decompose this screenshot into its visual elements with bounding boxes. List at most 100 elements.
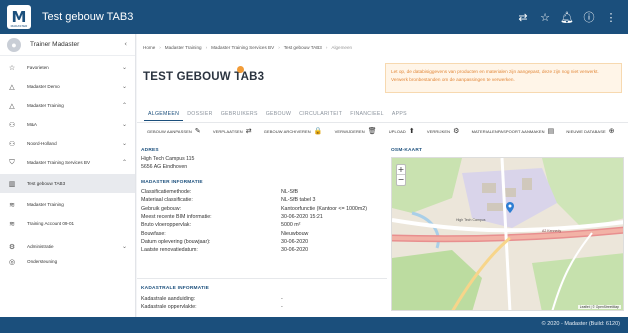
map-road-label: A2 Kennedy: [542, 229, 562, 233]
lock-icon: 🔒: [313, 126, 323, 135]
sidebar-item-label: Madaster Training: [27, 103, 64, 108]
pencil-icon: ✎: [194, 126, 201, 135]
sidebar-item-administratie[interactable]: ⚙ Administratie ⌄: [0, 239, 135, 254]
notice-banner: Let op, de databisiggevens van producten…: [385, 63, 622, 93]
sidebar-item-favorieten[interactable]: ☆ Favorieten ⌄: [0, 60, 135, 75]
info-key: Materiaal classificatie:: [141, 197, 193, 204]
move-button[interactable]: VERPLAATSEN ⇄: [212, 127, 252, 135]
breadcrumb-test-gebouw[interactable]: Test gebouw TAB3: [284, 45, 322, 50]
sidebar-item-ondersteuning[interactable]: ◎ Ondersteuning: [0, 254, 135, 269]
madaster-logo[interactable]: M MADASTER: [7, 5, 31, 29]
triangle-icon: △: [9, 82, 15, 91]
map-heading: OSM-KAART: [391, 148, 423, 153]
bell-icon[interactable]: 🔔︎: [556, 6, 578, 28]
breadcrumb-separator: ›: [278, 45, 280, 50]
tab-algemeen[interactable]: ALGEMEEN: [144, 107, 184, 121]
sidebar-item-noord-holland[interactable]: ⚇ Noord-Holland ⌄: [0, 136, 135, 151]
breadcrumb-training-services[interactable]: Madaster Training Services BV: [211, 45, 274, 50]
user-name: Trainer Madaster: [30, 41, 80, 48]
button-label: VERPLAATSEN: [212, 128, 243, 134]
info-value: -: [281, 304, 283, 311]
trash-icon: 🗑: [367, 126, 377, 135]
info-row: Laatste renovatiedatum: 30-06-2020: [141, 246, 381, 254]
sidebar-item-label: Madaster Training Services BV: [27, 160, 91, 165]
toolbar: GEBOUW AANPASSEN ✎ VERPLAATSEN ⇄ GEBOUW …: [147, 125, 627, 137]
sidebar-item-madaster-training-db[interactable]: ≋ Madaster Training: [0, 197, 135, 212]
delete-button[interactable]: VERWIJDEREN 🗑: [334, 126, 377, 135]
button-label: VERWIJDEREN: [334, 128, 365, 134]
sidebar-item-training-account[interactable]: ≋ Training Account 09-01: [0, 216, 135, 231]
network-icon: ⚇: [8, 120, 16, 129]
breadcrumb-separator: ›: [159, 45, 161, 50]
new-database-button[interactable]: NIEUWE DATABASE ⊕: [566, 126, 615, 135]
info-key: Gebruik gebouw:: [141, 205, 182, 212]
triangle-icon: △: [9, 101, 15, 110]
logo-subtext: MADASTER: [10, 24, 28, 28]
plus-circle-icon: ⊕: [608, 126, 615, 135]
info-value: 30-06-2020: [281, 247, 309, 254]
enrich-button[interactable]: VERRIJKEN ⚙: [427, 126, 460, 135]
info-value: NL-SfB tabel 3: [281, 197, 316, 204]
chevron-up-icon: ⌃: [121, 159, 127, 166]
info-key: Laatste renovatiedatum:: [141, 247, 198, 254]
app-title: Test gebouw TAB3: [42, 11, 134, 23]
support-icon: ◎: [8, 257, 16, 266]
toggle-icon[interactable]: ⇄: [512, 6, 534, 28]
star-icon[interactable]: ☆: [534, 6, 556, 28]
sidebar-item-ma[interactable]: ⚇ M&A ⌄: [0, 117, 135, 132]
info-row: Meest recente BIM informatie: 30-06-2020 …: [141, 213, 381, 221]
breadcrumb-home[interactable]: Home: [143, 45, 155, 50]
top-icons: ⇄ ☆ 🔔︎ ⓘ ⋮: [512, 0, 622, 34]
map-marker-icon[interactable]: [506, 200, 514, 213]
more-icon[interactable]: ⋮: [600, 6, 622, 28]
tab-circulariteit[interactable]: CIRCULARITEIT: [295, 107, 346, 121]
page-title: TEST GEBOUW TAB3: [143, 71, 265, 83]
database-icon: ≋: [9, 200, 15, 209]
tab-gebruikers[interactable]: GEBRUIKERS: [217, 107, 262, 121]
sidebar-item-madaster-training[interactable]: △ Madaster Training ⌃: [0, 98, 135, 113]
info-row: Materiaal classificatie: NL-SfB tabel 3: [141, 196, 381, 204]
footer-text: © 2020 - Madaster (Build: 6120): [541, 321, 620, 327]
info-value: 30-06-2020: [281, 238, 309, 245]
info-value: Nieuwbouw: [281, 230, 309, 237]
kadastrale-info-heading: KADASTRALE INFORMATIE: [141, 286, 210, 291]
sidebar-item-label: Madaster Training: [27, 202, 64, 207]
database-icon: ≋: [9, 219, 15, 228]
breadcrumb-madaster-training[interactable]: Madaster Training: [165, 45, 202, 50]
sidebar-item-madaster-demo[interactable]: △ Madaster Demo ⌄: [0, 79, 135, 94]
info-row: Classificatiemethode: NL-SfB: [141, 188, 381, 196]
tab-dossier[interactable]: DOSSIER: [183, 107, 216, 121]
info-key: Bruto vloeroppervlak:: [141, 222, 192, 229]
tab-apps[interactable]: APPS: [388, 107, 411, 121]
edit-building-button[interactable]: GEBOUW AANPASSEN ✎: [147, 126, 201, 135]
user-row[interactable]: ● Trainer Madaster ‹: [0, 34, 135, 56]
info-row: Bruto vloeroppervlak: 5000 m²: [141, 221, 381, 229]
info-value: NL-SfB: [281, 189, 299, 196]
map-zoom-control: + −: [396, 164, 406, 186]
tab-financieel[interactable]: FINANCIEEL: [346, 107, 388, 121]
madaster-info-list: Classificatiemethode: NL-SfB Materiaal cl…: [141, 188, 381, 254]
sidebar-item-label: M&A: [27, 122, 37, 127]
info-value: -: [281, 296, 283, 303]
enrich-icon: ⚙: [453, 126, 460, 135]
archive-building-button[interactable]: GEBOUW ARCHIVEREN 🔒: [264, 126, 323, 135]
info-key: Bouwfase:: [141, 230, 166, 237]
collapse-sidebar-icon[interactable]: ‹: [124, 40, 127, 48]
zoom-in-button[interactable]: +: [397, 165, 405, 175]
tab-gebouw[interactable]: GEBOUW: [262, 107, 295, 121]
sidebar: ● Trainer Madaster ‹ ☆ Favorieten ⌄ △ Ma…: [0, 34, 136, 317]
upload-button[interactable]: UPLOAD ⬆: [389, 127, 415, 135]
help-icon[interactable]: ⓘ: [578, 6, 600, 28]
sidebar-item-label: Noord-Holland: [27, 141, 57, 146]
sidebar-item-label: Training Account 09-01: [27, 221, 75, 226]
zoom-out-button[interactable]: −: [397, 175, 405, 185]
osm-map[interactable]: High Tech Campus A2 Kennedy + − Leaflet …: [391, 157, 624, 311]
create-passport-button[interactable]: MATERIALENPASPOORT AANMAKEN ▤: [472, 126, 555, 135]
map-attribution[interactable]: Leaflet | © OpenStreetMap: [577, 305, 621, 309]
address-heading: ADRES: [141, 148, 159, 153]
sidebar-item-label: Test gebouw TAB3: [27, 181, 66, 186]
sidebar-item-training-services[interactable]: ⛉ Madaster Training Services BV ⌃: [0, 155, 135, 170]
sidebar-item-test-gebouw[interactable]: ▥ Test gebouw TAB3: [0, 174, 135, 193]
document-icon: ▤: [547, 126, 555, 135]
info-key: Kadastrale aanduiding:: [141, 296, 196, 303]
